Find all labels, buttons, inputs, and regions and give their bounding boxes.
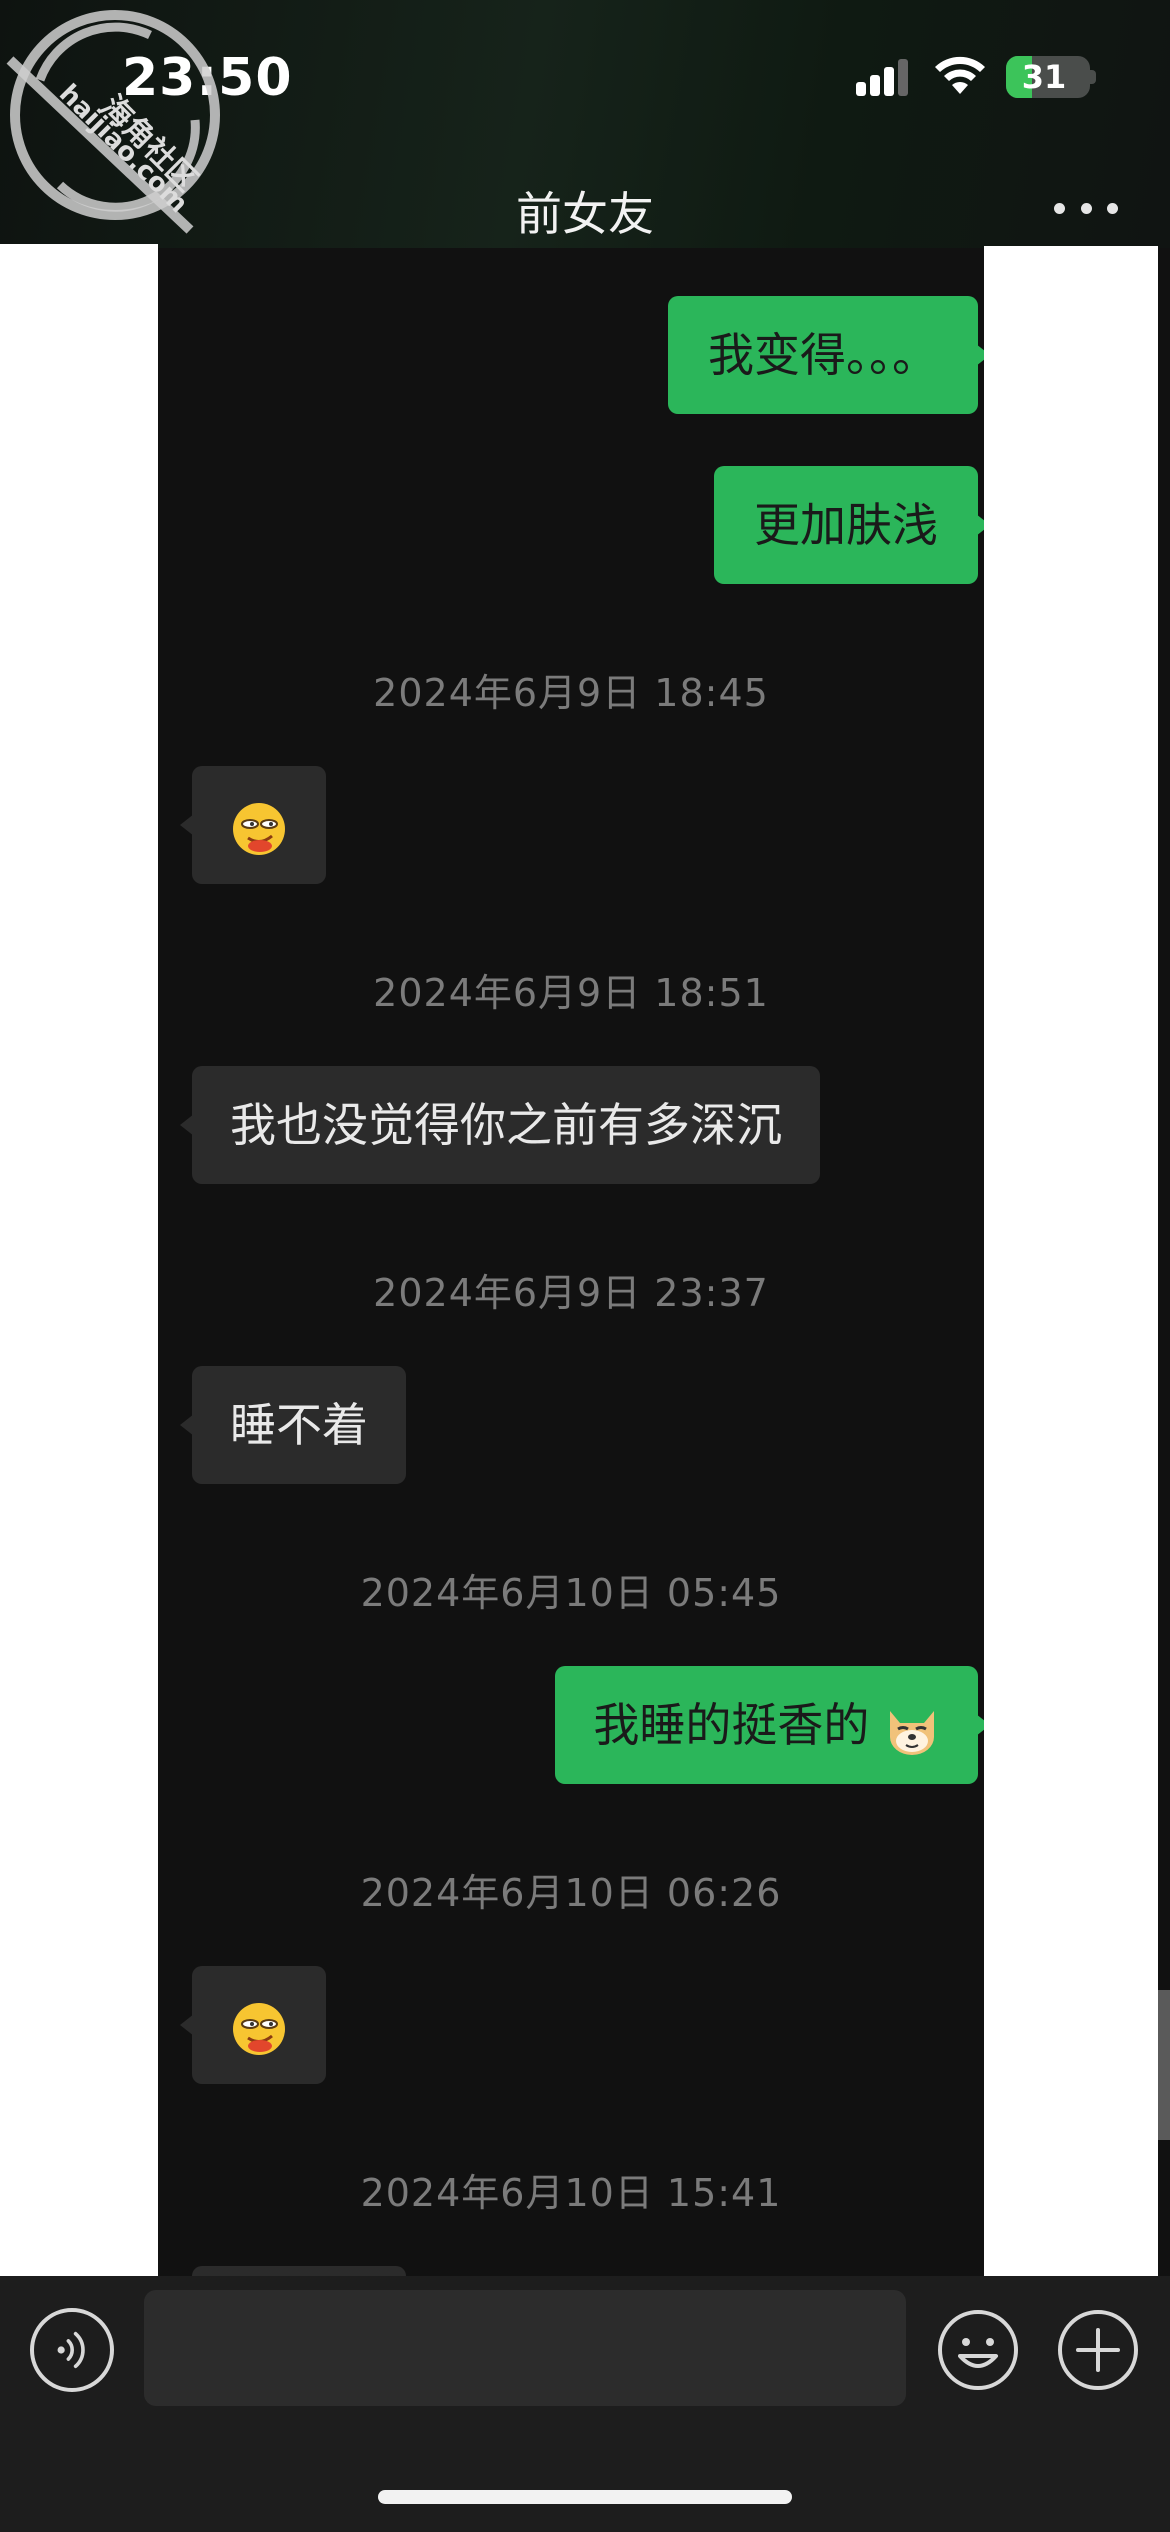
voice-icon[interactable] <box>30 2308 114 2392</box>
left-white-panel <box>0 244 158 2278</box>
home-indicator[interactable] <box>378 2490 792 2504</box>
message-timestamp: 2024年6月9日 18:51 <box>373 971 769 1015</box>
smirk-face-emoji <box>233 802 285 855</box>
received-sticker[interactable] <box>180 766 326 884</box>
smirk-face-emoji <box>233 2002 285 2055</box>
received-message[interactable]: 睡不着 <box>180 1366 406 1484</box>
received-sticker[interactable] <box>180 1966 326 2084</box>
sent-message[interactable]: 我睡的挺香的 <box>555 1666 984 1784</box>
message-timestamp: 2024年6月9日 18:45 <box>373 671 769 715</box>
message-timestamp: 2024年6月10日 06:26 <box>360 1871 782 1915</box>
battery-tip <box>1090 70 1096 84</box>
cellular-signal-icon <box>856 59 908 96</box>
watermark-logo: 海角社区 haijiao.com <box>6 10 220 234</box>
wifi-icon <box>935 56 985 94</box>
scroll-edge <box>1158 1990 1170 2140</box>
battery-indicator: 31 <box>1006 56 1090 98</box>
sent-message[interactable]: 我变得。。。 <box>668 296 984 414</box>
message-timestamp: 2024年6月9日 23:37 <box>373 1271 769 1315</box>
plus-icon[interactable] <box>1056 2308 1140 2392</box>
more-options-button[interactable] <box>1054 196 1118 220</box>
message-input[interactable] <box>144 2290 906 2406</box>
received-message[interactable]: 我也没觉得你之前有多深沉 <box>180 1066 820 1184</box>
message-list[interactable]: 我变得。。。 更加肤浅 2024年6月9日 18:45 2024年6月9日 18… <box>158 268 984 2278</box>
doge-emoji <box>890 1710 934 1755</box>
ellipsis-icon <box>1054 202 1065 214</box>
battery-level: 31 <box>1021 58 1067 96</box>
right-white-panel <box>984 246 1158 2280</box>
smile-icon[interactable] <box>936 2308 1020 2392</box>
sent-message[interactable]: 更加肤浅 <box>714 466 984 584</box>
message-timestamp: 2024年6月10日 05:45 <box>360 1571 782 1615</box>
message-timestamp: 2024年6月10日 15:41 <box>360 2171 782 2215</box>
